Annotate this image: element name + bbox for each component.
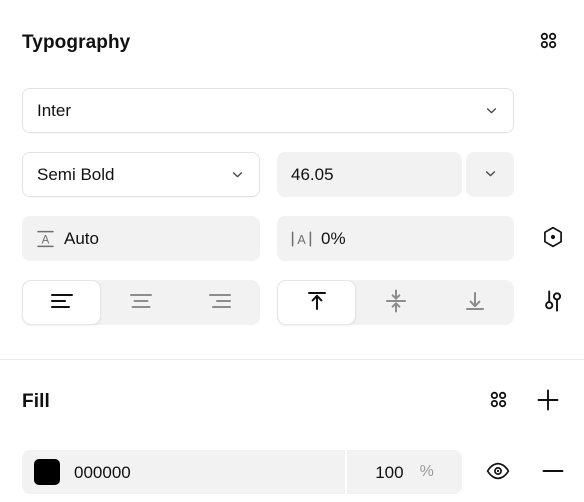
font-family-select[interactable]: Inter	[22, 88, 514, 133]
fill-opacity-input[interactable]: 100 %	[347, 464, 462, 481]
align-left-button[interactable]	[22, 280, 102, 325]
sliders-icon	[540, 288, 566, 317]
align-center-icon	[128, 290, 154, 315]
font-size-value: 46.05	[291, 165, 334, 184]
fill-opacity-value: 100	[375, 462, 404, 482]
line-height-input[interactable]: A Auto	[22, 216, 260, 261]
fill-apply-variable-button[interactable]	[484, 387, 512, 415]
chevron-down-icon	[230, 167, 245, 182]
letter-spacing-variable-button[interactable]	[539, 224, 567, 252]
minus-icon	[540, 458, 566, 487]
typography-title: Typography	[22, 31, 131, 53]
align-right-button[interactable]	[181, 280, 260, 325]
line-height-icon: A	[36, 229, 55, 249]
font-family-value: Inter	[37, 101, 72, 120]
letter-spacing-input[interactable]: A 0%	[277, 216, 514, 261]
align-bottom-button[interactable]	[435, 280, 514, 325]
vertical-align-group	[277, 280, 514, 325]
align-top-button[interactable]	[277, 280, 356, 325]
remove-fill-button[interactable]	[539, 458, 567, 486]
fill-section-header: Fill	[22, 387, 562, 415]
align-right-icon	[207, 290, 233, 315]
line-height-value: Auto	[64, 229, 99, 248]
section-divider	[0, 359, 584, 360]
plus-icon	[535, 387, 561, 416]
fill-hex-value: 000000	[74, 462, 131, 482]
grid-dots-icon	[489, 390, 508, 412]
typography-section-header: Typography	[22, 28, 562, 56]
letter-spacing-value: 0%	[321, 229, 346, 248]
fill-visibility-toggle[interactable]	[484, 458, 512, 486]
horizontal-align-group	[22, 280, 260, 325]
fill-header-actions	[484, 387, 562, 415]
font-size-stepper-button[interactable]	[466, 152, 514, 197]
fill-color-swatch[interactable]	[34, 459, 60, 485]
add-fill-button[interactable]	[534, 387, 562, 415]
fill-row[interactable]: 000000 100 %	[22, 450, 462, 494]
fill-title: Fill	[22, 390, 50, 412]
hexagon-dot-icon	[541, 225, 565, 252]
chevron-down-icon	[484, 103, 499, 118]
align-middle-icon	[383, 289, 409, 316]
svg-text:A: A	[297, 233, 306, 247]
type-settings-button[interactable]	[539, 288, 567, 316]
align-middle-button[interactable]	[356, 280, 435, 325]
grid-dots-icon	[539, 31, 558, 53]
font-weight-select[interactable]: Semi Bold	[22, 152, 260, 197]
align-top-icon	[304, 289, 330, 316]
chevron-down-icon	[483, 166, 498, 184]
fill-opacity-unit: %	[419, 463, 434, 480]
align-center-button[interactable]	[101, 280, 180, 325]
svg-text:A: A	[42, 234, 50, 246]
align-bottom-icon	[462, 289, 488, 316]
letter-spacing-icon: A	[291, 229, 312, 249]
eye-icon	[484, 457, 512, 488]
font-weight-value: Semi Bold	[37, 165, 115, 184]
align-left-icon	[49, 290, 75, 315]
font-size-input[interactable]: 46.05	[277, 152, 462, 197]
typography-header-actions	[534, 28, 562, 56]
typography-apply-variable-button[interactable]	[534, 28, 562, 56]
